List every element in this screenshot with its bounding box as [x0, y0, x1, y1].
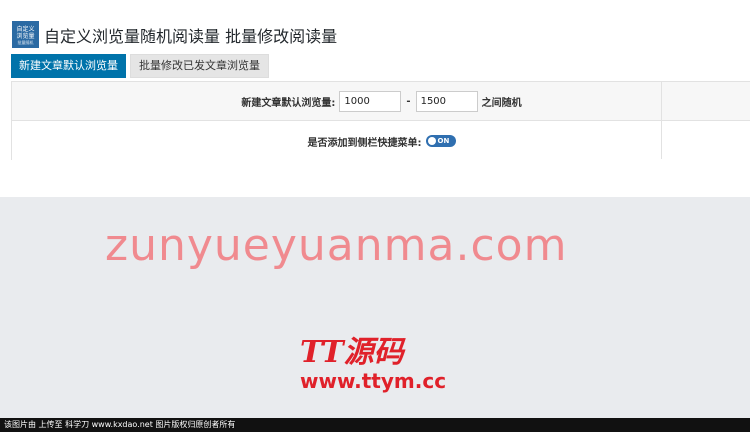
- settings-form: 新建文章默认浏览量: - 之间随机 是否添加到侧栏快捷菜单: ON: [11, 81, 750, 160]
- max-views-input[interactable]: [415, 90, 478, 112]
- plugin-header: 自定义 浏览量 批量随机 自定义浏览量随机阅读量 批量修改阅读量: [12, 21, 337, 48]
- range-suffix: 之间随机: [481, 97, 522, 109]
- sidebar-menu-row: 是否添加到侧栏快捷菜单: ON: [12, 122, 750, 160]
- logo-line-1: 自定义: [16, 25, 35, 33]
- range-separator: -: [406, 95, 411, 107]
- settings-panel: 自定义 浏览量 批量随机 自定义浏览量随机阅读量 批量修改阅读量 新建文章默认浏…: [0, 0, 750, 197]
- tt-url: www.ttym.cc: [300, 369, 447, 393]
- image-footer: 该图片由 上传至 科学刀 www.kxdao.net 图片版权归原创者所有: [0, 418, 750, 432]
- toggle-on-text: ON: [437, 137, 450, 145]
- logo-line-2: 浏览量: [16, 32, 35, 40]
- logo-line-3: 批量随机: [17, 39, 34, 45]
- column-divider: [661, 82, 662, 159]
- watermark-text: zunyueyuanma.com: [105, 220, 568, 271]
- min-views-input[interactable]: [339, 90, 402, 112]
- tab-batch-modify[interactable]: 批量修改已发文章浏览量: [130, 54, 269, 78]
- tab-bar: 新建文章默认浏览量 批量修改已发文章浏览量: [11, 54, 269, 78]
- toggle-knob: [427, 137, 436, 145]
- default-views-label: 新建文章默认浏览量:: [241, 97, 336, 109]
- tab-default-views[interactable]: 新建文章默认浏览量: [11, 54, 126, 78]
- default-views-row: 新建文章默认浏览量: - 之间随机: [12, 82, 750, 121]
- page-title: 自定义浏览量随机阅读量 批量修改阅读量: [44, 26, 338, 46]
- watermark-area: zunyueyuanma.com TT源码 www.ttym.cc: [0, 197, 750, 418]
- sidebar-menu-toggle[interactable]: ON: [425, 135, 456, 147]
- tt-logo: TT源码: [300, 335, 404, 370]
- sidebar-menu-label: 是否添加到侧栏快捷菜单:: [307, 137, 422, 149]
- plugin-logo: 自定义 浏览量 批量随机: [12, 21, 39, 48]
